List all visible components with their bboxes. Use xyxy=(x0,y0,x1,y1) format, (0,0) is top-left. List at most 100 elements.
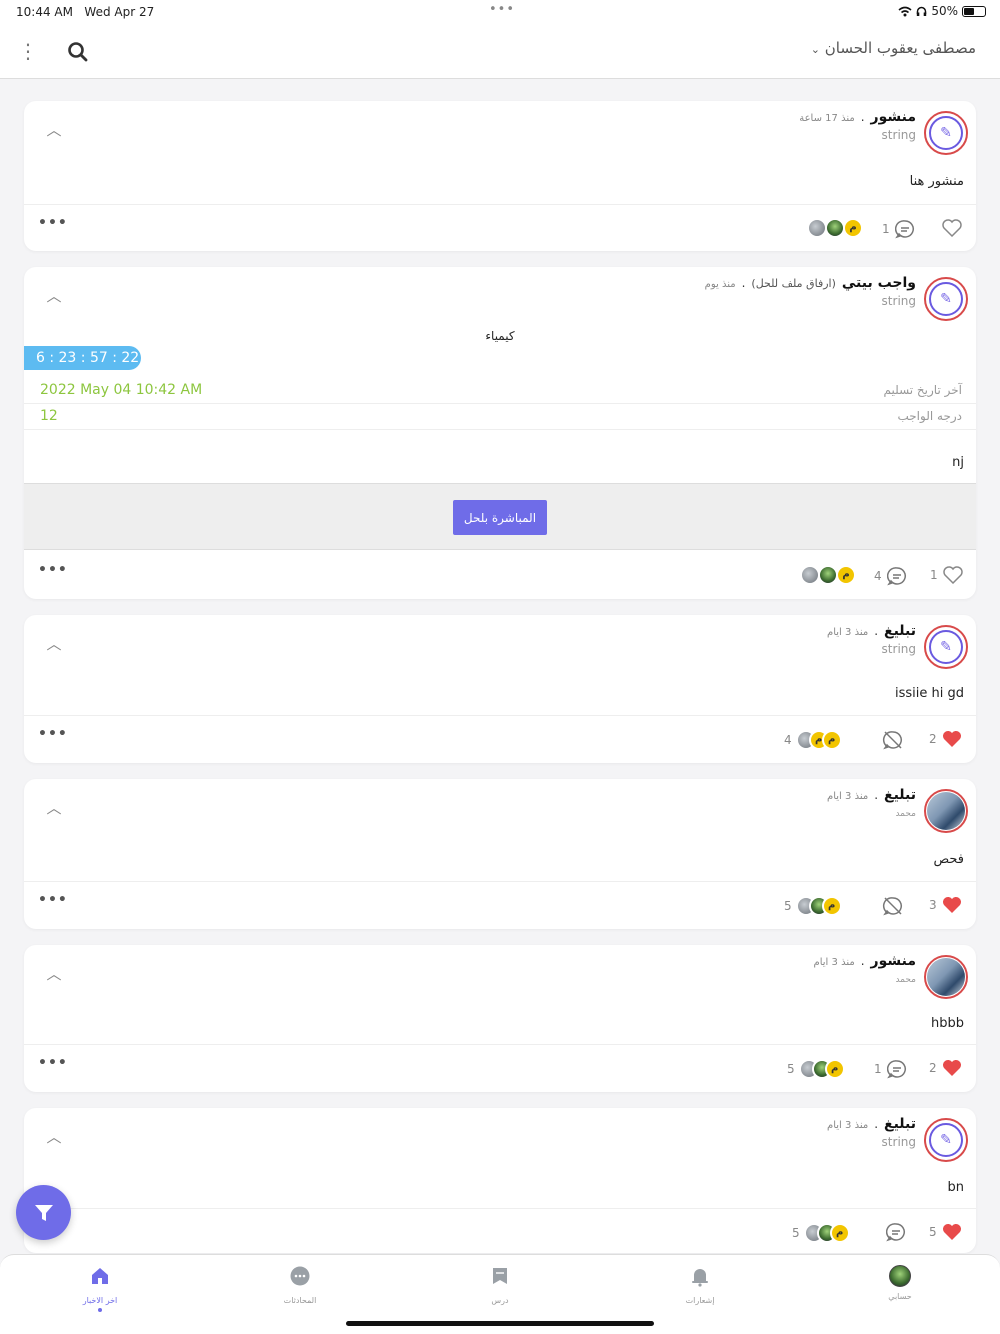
status-time: 10:44 AM Wed Apr 27 xyxy=(16,5,155,19)
post-author: محمد xyxy=(895,809,916,819)
reactors-stack[interactable]: 5 م xyxy=(784,896,842,916)
chevron-down-icon: ⌄ xyxy=(810,43,820,56)
pen-icon: ✎ xyxy=(929,282,963,316)
post-author: string xyxy=(881,294,916,308)
like-button[interactable]: 3 xyxy=(929,896,962,914)
like-button[interactable]: 2 xyxy=(929,730,962,748)
post-card: ︿ ✎ منشور . منذ 17 ساعة string منشور هنا… xyxy=(24,101,976,251)
headphones-icon xyxy=(917,6,927,16)
like-button[interactable] xyxy=(942,219,962,237)
post-time: منذ 3 ايام xyxy=(827,627,869,638)
reactor-avatar: م xyxy=(843,218,863,238)
post-card: ︿ تبليغ . منذ 3 ايام محمد فحص ••• 5 م 3 xyxy=(24,779,976,929)
top-header: ⋮ مصطفى يعقوب الحسان ⌄ xyxy=(0,24,1000,79)
more-options-icon[interactable]: ••• xyxy=(38,1055,68,1071)
post-card: ︿ ✎ تبليغ . منذ 3 ايام string issiie hi … xyxy=(24,615,976,763)
homework-subject: كيمياء xyxy=(485,329,515,343)
post-body: hbbb xyxy=(931,1016,964,1031)
reactor-avatar: م xyxy=(829,1223,850,1243)
start-solving-button[interactable]: المباشرة بلحل xyxy=(453,500,547,535)
comments-button[interactable]: 4 xyxy=(874,566,907,586)
tab-latest-news[interactable]: اخر الاخبار xyxy=(50,1265,150,1312)
like-count: 2 xyxy=(929,1061,937,1075)
like-button[interactable]: 1 xyxy=(930,566,963,584)
lesson-icon xyxy=(493,1268,507,1284)
like-count: 1 xyxy=(930,568,938,582)
reactors-stack[interactable]: 5 م xyxy=(787,1059,845,1079)
battery-percent: 50% xyxy=(931,4,958,18)
avatar[interactable]: ✎ xyxy=(924,625,968,669)
homework-card: ︿ ✎ واجب بيتي (ارفاق ملف للحل) . منذ يوم… xyxy=(24,267,976,599)
reactors-stack[interactable]: 5 م xyxy=(792,1223,850,1243)
post-type: منشور xyxy=(870,109,916,125)
comment-icon xyxy=(886,567,906,586)
tab-profile[interactable]: حسابي xyxy=(850,1265,950,1301)
post-type: تبليغ xyxy=(884,623,916,639)
grade-label: درجه الواجب xyxy=(897,409,962,423)
grade-value: 12 xyxy=(40,408,58,424)
home-indicator[interactable] xyxy=(346,1321,654,1326)
comments-disabled-icon xyxy=(882,731,902,750)
like-button[interactable]: 5 xyxy=(929,1223,962,1241)
search-icon[interactable] xyxy=(66,38,90,64)
deadline-row: 2022 May 04 10:42 AM آخر تاريخ تسليم xyxy=(24,378,976,404)
reactor-avatar xyxy=(807,218,827,238)
reactors-stack[interactable]: م xyxy=(800,565,856,585)
avatar[interactable]: ✎ xyxy=(924,111,968,155)
comments-button[interactable]: 1 xyxy=(874,1059,907,1079)
multitask-dots[interactable]: ••• xyxy=(489,2,515,17)
deadline-label: آخر تاريخ تسليم xyxy=(883,383,962,397)
collapse-icon[interactable]: ︿ xyxy=(44,633,64,653)
post-author: محمد xyxy=(895,975,916,985)
avatar[interactable]: ✎ xyxy=(924,277,968,321)
collapse-icon[interactable]: ︿ xyxy=(44,1126,64,1146)
comments-disabled-icon xyxy=(882,897,902,916)
collapse-icon[interactable]: ︿ xyxy=(44,285,64,305)
more-vertical-icon[interactable]: ⋮ xyxy=(18,38,38,64)
collapse-icon[interactable]: ︿ xyxy=(44,963,64,983)
reactor-count: 5 xyxy=(792,1226,800,1240)
heart-filled-icon xyxy=(942,1060,961,1076)
pen-icon: ✎ xyxy=(929,630,963,664)
post-body: منشور هنا xyxy=(909,174,964,189)
more-options-icon[interactable]: ••• xyxy=(38,215,68,231)
more-options-icon[interactable]: ••• xyxy=(38,562,68,578)
collapse-icon[interactable]: ︿ xyxy=(44,119,64,139)
user-switcher[interactable]: مصطفى يعقوب الحسان ⌄ xyxy=(811,39,976,57)
post-time: منذ 3 ايام xyxy=(827,791,869,802)
tab-chats[interactable]: المحادثات xyxy=(250,1265,350,1305)
tab-lesson[interactable]: درس xyxy=(450,1265,550,1305)
post-card: ︿ ✎ تبليغ . منذ 3 ايام string bn 5 م 5 xyxy=(24,1108,976,1253)
battery-icon xyxy=(962,5,986,17)
post-type: تبليغ xyxy=(884,1116,916,1132)
post-body: issiie hi gd xyxy=(895,686,964,701)
avatar[interactable]: ✎ xyxy=(924,1118,968,1162)
post-time: منذ 3 ايام xyxy=(813,957,855,968)
more-options-icon[interactable]: ••• xyxy=(38,892,68,908)
filter-icon xyxy=(34,1204,53,1221)
post-body: فحص xyxy=(933,852,964,867)
like-count: 2 xyxy=(929,732,937,746)
post-headline: تبليغ . منذ 3 ايام xyxy=(827,1116,916,1132)
comment-icon[interactable] xyxy=(886,1222,906,1242)
post-headline: منشور . منذ 17 ساعة xyxy=(799,109,916,125)
avatar[interactable] xyxy=(924,955,968,999)
reactor-avatar: م xyxy=(821,730,842,750)
pen-icon: ✎ xyxy=(929,1123,963,1157)
reactors-stack[interactable]: 4 مم xyxy=(784,730,842,750)
reactors-stack[interactable]: م xyxy=(807,218,863,238)
post-type: واجب بيتي xyxy=(841,275,916,291)
reactor-avatar: م xyxy=(821,896,842,916)
active-tab-indicator xyxy=(98,1308,102,1312)
comments-button[interactable]: 1 xyxy=(882,219,915,239)
reactor-avatar xyxy=(800,565,820,585)
tab-notifications[interactable]: إشعارات xyxy=(650,1265,750,1305)
wifi-icon xyxy=(898,6,912,16)
more-options-icon[interactable]: ••• xyxy=(38,726,68,742)
collapse-icon[interactable]: ︿ xyxy=(44,797,64,817)
like-button[interactable]: 2 xyxy=(929,1059,962,1077)
avatar[interactable] xyxy=(924,789,968,833)
filter-button[interactable] xyxy=(16,1185,71,1240)
reactor-avatar: م xyxy=(824,1059,845,1079)
post-headline: منشور . منذ 3 ايام xyxy=(813,953,916,969)
